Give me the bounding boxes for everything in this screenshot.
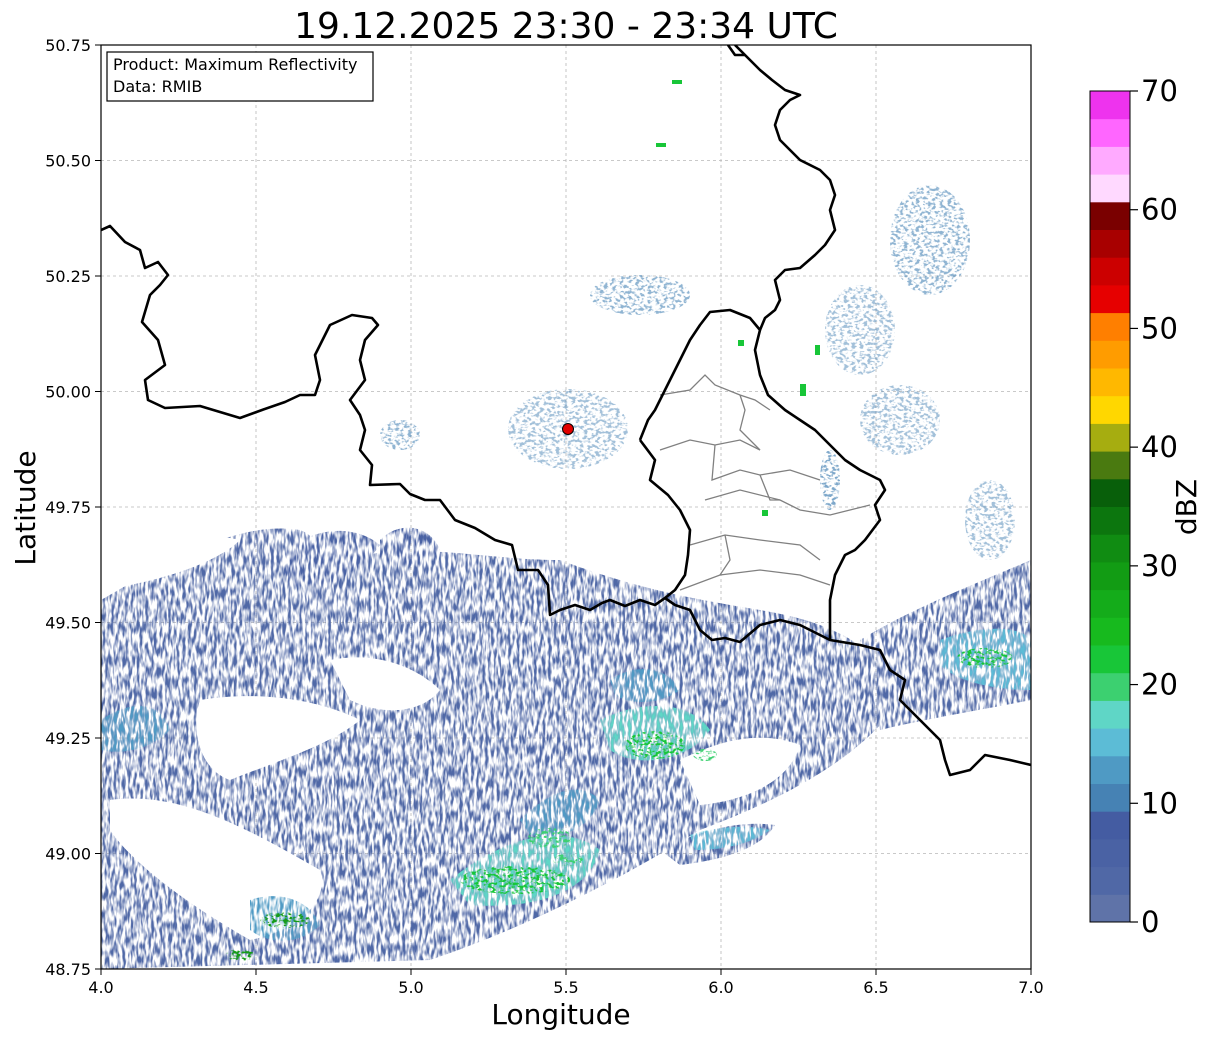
colorbar-swatch (1090, 423, 1130, 452)
colorbar-swatch (1090, 700, 1130, 729)
colorbar-swatch (1090, 589, 1130, 618)
y-tick-label: 49.00 (45, 845, 91, 864)
colorbar-swatch (1090, 783, 1130, 812)
colorbar-swatches (1090, 91, 1130, 923)
colorbar-tick-label: 60 (1141, 193, 1178, 227)
y-tick-label: 50.75 (45, 36, 91, 55)
y-tick-label: 50.00 (45, 383, 91, 402)
colorbar-tick-label: 40 (1141, 430, 1178, 464)
x-axis-label: Longitude (491, 998, 630, 1031)
colorbar-swatch (1090, 506, 1130, 535)
x-tick-label: 4.0 (88, 978, 113, 997)
y-tick-label: 49.25 (45, 729, 91, 748)
colorbar-swatch (1090, 257, 1130, 286)
colorbar-swatch (1090, 838, 1130, 868)
x-tick-label: 7.0 (1018, 978, 1043, 997)
colorbar-swatch (1090, 617, 1130, 646)
colorbar-swatch (1090, 91, 1130, 120)
colorbar-swatch (1090, 866, 1130, 895)
colorbar-label: dBZ (1170, 479, 1203, 535)
colorbar-swatch (1090, 645, 1130, 674)
map-plot-area: Product: Maximum Reflectivity Data: RMIB (100, 44, 1032, 970)
colorbar-swatch (1090, 811, 1130, 840)
colorbar-tick-label: 10 (1141, 786, 1178, 820)
radar-site-marker (562, 423, 574, 435)
colorbar: 0 10 20 30 40 50 60 70 dBZ (1089, 74, 1203, 939)
y-tick-label: 48.75 (45, 960, 91, 979)
x-tick-label: 5.0 (398, 978, 423, 997)
colorbar-swatch (1090, 478, 1130, 507)
colorbar-swatch (1090, 755, 1130, 784)
colorbar-swatch (1090, 395, 1130, 424)
info-box: Product: Maximum Reflectivity Data: RMIB (106, 51, 374, 102)
colorbar-swatch (1090, 534, 1130, 563)
y-tick-label: 50.50 (45, 152, 91, 171)
y-tick-label: 49.50 (45, 614, 91, 633)
y-tick-label: 49.75 (45, 498, 91, 517)
figure-title: 19.12.2025 23:30 - 23:34 UTC (294, 6, 838, 47)
colorbar-swatch (1090, 340, 1130, 369)
colorbar-tick-label: 20 (1141, 668, 1178, 702)
colorbar-swatch (1090, 229, 1130, 258)
colorbar-swatch (1090, 451, 1130, 480)
x-tick-label: 5.5 (553, 978, 578, 997)
x-tick-label: 6.5 (863, 978, 888, 997)
x-axis-ticks: 4.0 4.5 5.0 5.5 6.0 6.5 7.0 (88, 969, 1044, 997)
colorbar-swatch (1090, 894, 1130, 923)
colorbar-swatch (1090, 561, 1130, 591)
colorbar-tick-label: 50 (1141, 311, 1178, 345)
colorbar-swatch (1090, 728, 1130, 757)
info-product: Product: Maximum Reflectivity (113, 55, 357, 74)
y-axis-label: Latitude (9, 450, 42, 565)
colorbar-swatch (1090, 201, 1130, 230)
info-data-source: Data: RMIB (113, 77, 202, 96)
x-tick-label: 6.0 (708, 978, 733, 997)
colorbar-tick-label: 30 (1141, 549, 1178, 583)
colorbar-swatch (1090, 368, 1130, 397)
x-tick-label: 4.5 (243, 978, 268, 997)
colorbar-swatch (1090, 174, 1130, 203)
colorbar-tick-label: 0 (1141, 905, 1159, 939)
y-axis-ticks: 50.75 50.50 50.25 50.00 49.75 49.50 49.25 49.00… (45, 36, 101, 979)
radar-figure: 19.12.2025 23:30 - 23:34 UTC Product: Ma… (9, 6, 1203, 1031)
y-tick-label: 50.25 (45, 267, 91, 286)
colorbar-swatch (1090, 312, 1130, 341)
colorbar-swatch (1090, 672, 1130, 701)
colorbar-swatch (1090, 118, 1130, 147)
colorbar-tick-label: 70 (1141, 74, 1178, 108)
colorbar-swatch (1090, 146, 1130, 175)
colorbar-swatch (1090, 284, 1130, 314)
